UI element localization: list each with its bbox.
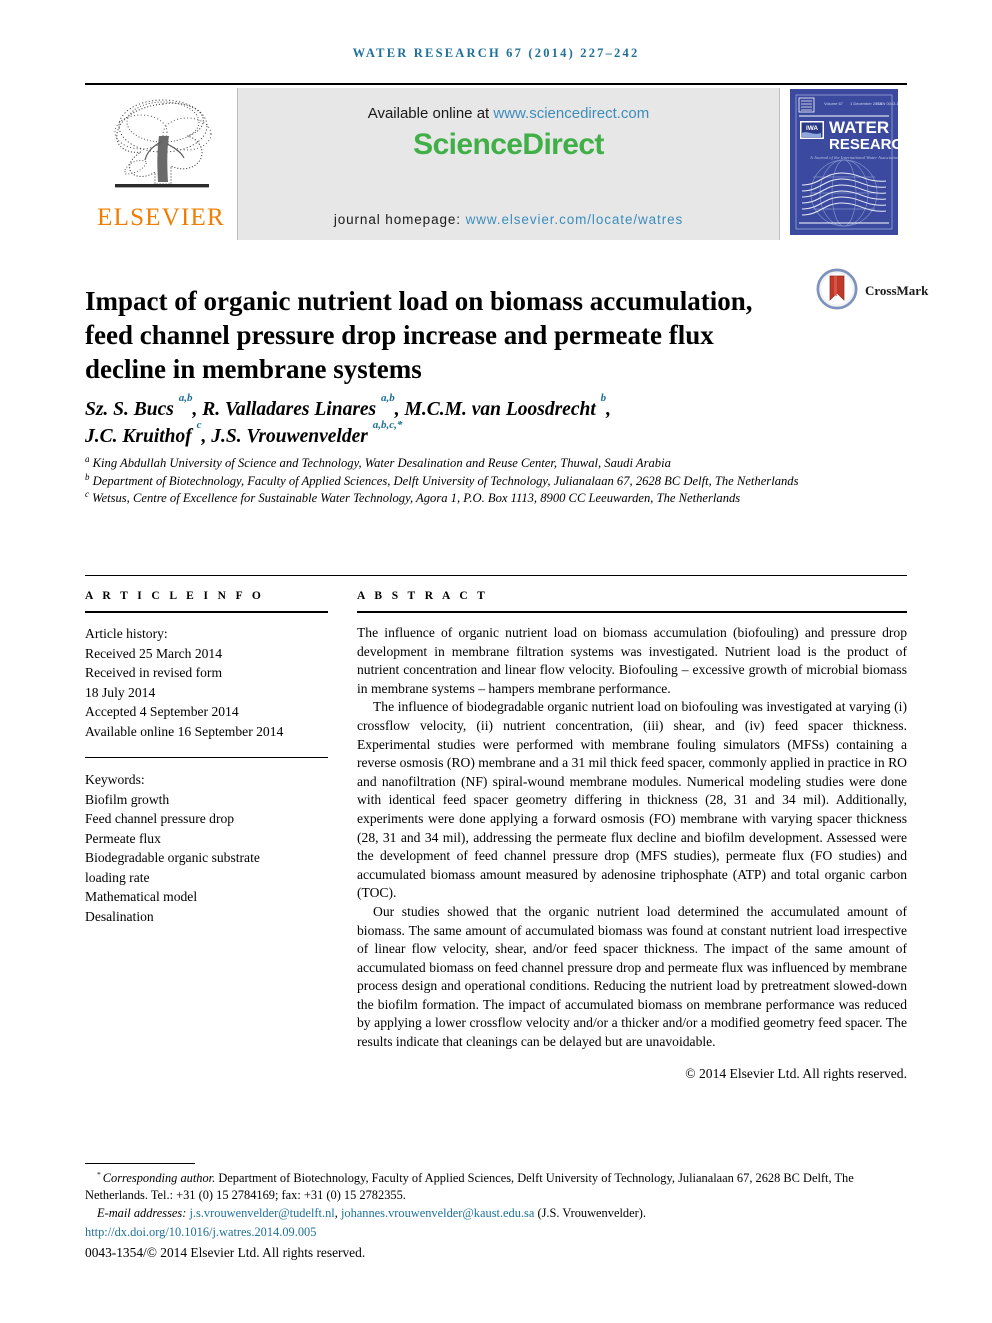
affiliation-item: a King Abdullah University of Science an…	[85, 453, 671, 470]
keyword-item: Permeate flux	[85, 830, 161, 846]
author-line-1: Sz. S. Bucs a,b, R. Valladares Linares a…	[85, 392, 612, 420]
elsevier-logo-block: ELSEVIER	[85, 88, 237, 240]
email-link-kaust[interactable]: johannes.vrouwenvelder@kaust.edu.sa	[341, 1206, 534, 1220]
running-head: WATER RESEARCH 67 (2014) 227–242	[352, 46, 640, 60]
svg-text:Volume 67: Volume 67	[824, 101, 844, 106]
email-link-tudelft[interactable]: j.s.vrouwenvelder@tudelft.nl	[189, 1206, 334, 1220]
svg-text:ISSN 0043-1354: ISSN 0043-1354	[876, 101, 898, 106]
article-info-separator	[85, 757, 328, 758]
article-info-column: A R T I C L E I N F O Article history: R…	[85, 590, 328, 926]
history-item: Available online 16 September 2014	[85, 723, 284, 739]
page-title: Impact of organic nutrient load on bioma…	[85, 286, 753, 385]
svg-text:A Journal of the International: A Journal of the International Water Ass…	[809, 155, 898, 160]
elsevier-wordmark: ELSEVIER	[97, 204, 225, 231]
keyword-item: loading rate	[85, 869, 150, 885]
available-online-label: Available online at	[367, 105, 494, 122]
crossmark-badge-icon	[815, 267, 859, 316]
sciencedirect-wordmark: ScienceDirect	[413, 128, 604, 161]
keywords-block: Keywords: Biofilm growth Feed channel pr…	[85, 770, 328, 926]
keywords-label: Keywords:	[85, 772, 145, 787]
journal-cover-block: Volume 671 December 2014ISSN 0043-1354 I…	[780, 88, 913, 240]
article-info-heading: A R T I C L E I N F O	[85, 590, 265, 602]
keyword-item: Feed channel pressure drop	[85, 811, 235, 826]
svg-text:RESEARCH: RESEARCH	[829, 136, 898, 153]
affiliation-item: b Department of Biotechnology, Faculty o…	[85, 471, 799, 488]
abstract-heading: A B S T R A C T	[357, 590, 489, 602]
journal-masthead: ELSEVIER Available online at www.science…	[85, 83, 913, 240]
issn-copyright-line: 0043-1354/© 2014 Elsevier Ltd. All right…	[85, 1244, 366, 1260]
crossmark-badge[interactable]: CrossMark	[815, 267, 929, 316]
history-item: 18 July 2014	[85, 684, 156, 700]
abstract-paragraph: Our studies showed that the organic nutr…	[357, 903, 907, 1050]
article-info-divider	[85, 611, 328, 613]
history-item: Accepted 4 September 2014	[85, 704, 239, 719]
available-online-line: Available online at www.sciencedirect.co…	[238, 105, 779, 122]
email-addresses-label: E-mail addresses:	[97, 1205, 190, 1220]
elsevier-tree-icon	[101, 92, 221, 204]
email-addresses-note: E-mail addresses: j.s.vrouwenvelder@tude…	[85, 1205, 917, 1222]
history-item: Received 25 March 2014	[85, 645, 223, 661]
corresponding-author-label: Corresponding author.	[102, 1171, 216, 1185]
abstract-paragraph: The influence of organic nutrient load o…	[357, 625, 907, 696]
footnote-rule	[85, 1163, 195, 1164]
sciencedirect-panel: Available online at www.sciencedirect.co…	[237, 88, 780, 240]
crossmark-label: CrossMark	[865, 283, 929, 298]
affiliation-item: c Wetsus, Centre of Excellence for Susta…	[85, 488, 741, 505]
author-line-2: J.C. Kruithof c, J.S. Vrouwenvelder a,b,…	[85, 419, 403, 447]
journal-article-page: WATER RESEARCH 67 (2014) 227–242 ELSEVIE…	[0, 0, 992, 1323]
keyword-item: Mathematical model	[85, 889, 198, 904]
abstract-divider	[357, 611, 907, 613]
author-list: Sz. S. Bucs a,b, R. Valladares Linares a…	[85, 392, 885, 450]
journal-homepage-label: journal homepage:	[333, 212, 466, 227]
email-suffix: (J.S. Vrouwenvelder).	[534, 1205, 646, 1220]
journal-homepage-line: journal homepage: www.elsevier.com/locat…	[238, 212, 779, 227]
journal-homepage-url-link[interactable]: www.elsevier.com/locate/watres	[466, 212, 684, 227]
abstract-column: A B S T R A C T The influence of organic…	[357, 590, 907, 1082]
abstract-paragraph: The influence of biodegradable organic n…	[357, 699, 907, 901]
svg-text:IWA: IWA	[805, 125, 817, 132]
article-history-block: Article history: Received 25 March 2014 …	[85, 624, 328, 741]
keyword-item: Desalination	[85, 908, 154, 924]
svg-text:WATER: WATER	[829, 118, 889, 137]
footnote-block: * Corresponding author. Department of Bi…	[85, 1170, 917, 1261]
keyword-item: Biofilm growth	[85, 791, 170, 807]
history-item: Received in revised form	[85, 665, 223, 680]
water-research-cover-icon: Volume 671 December 2014ISSN 0043-1354 I…	[789, 88, 913, 240]
doi-link[interactable]: http://dx.doi.org/10.1016/j.watres.2014.…	[85, 1224, 917, 1241]
corresponding-author-note: * Corresponding author. Department of Bi…	[85, 1170, 917, 1205]
article-history-label: Article history:	[85, 626, 168, 641]
affiliation-list: a King Abdullah University of Science an…	[85, 453, 925, 508]
abstract-copyright: © 2014 Elsevier Ltd. All rights reserved…	[685, 1065, 907, 1081]
body-top-rule	[85, 575, 907, 576]
keyword-item: Biodegradable organic substrate	[85, 850, 260, 865]
sciencedirect-url-link[interactable]: www.sciencedirect.com	[493, 105, 649, 122]
